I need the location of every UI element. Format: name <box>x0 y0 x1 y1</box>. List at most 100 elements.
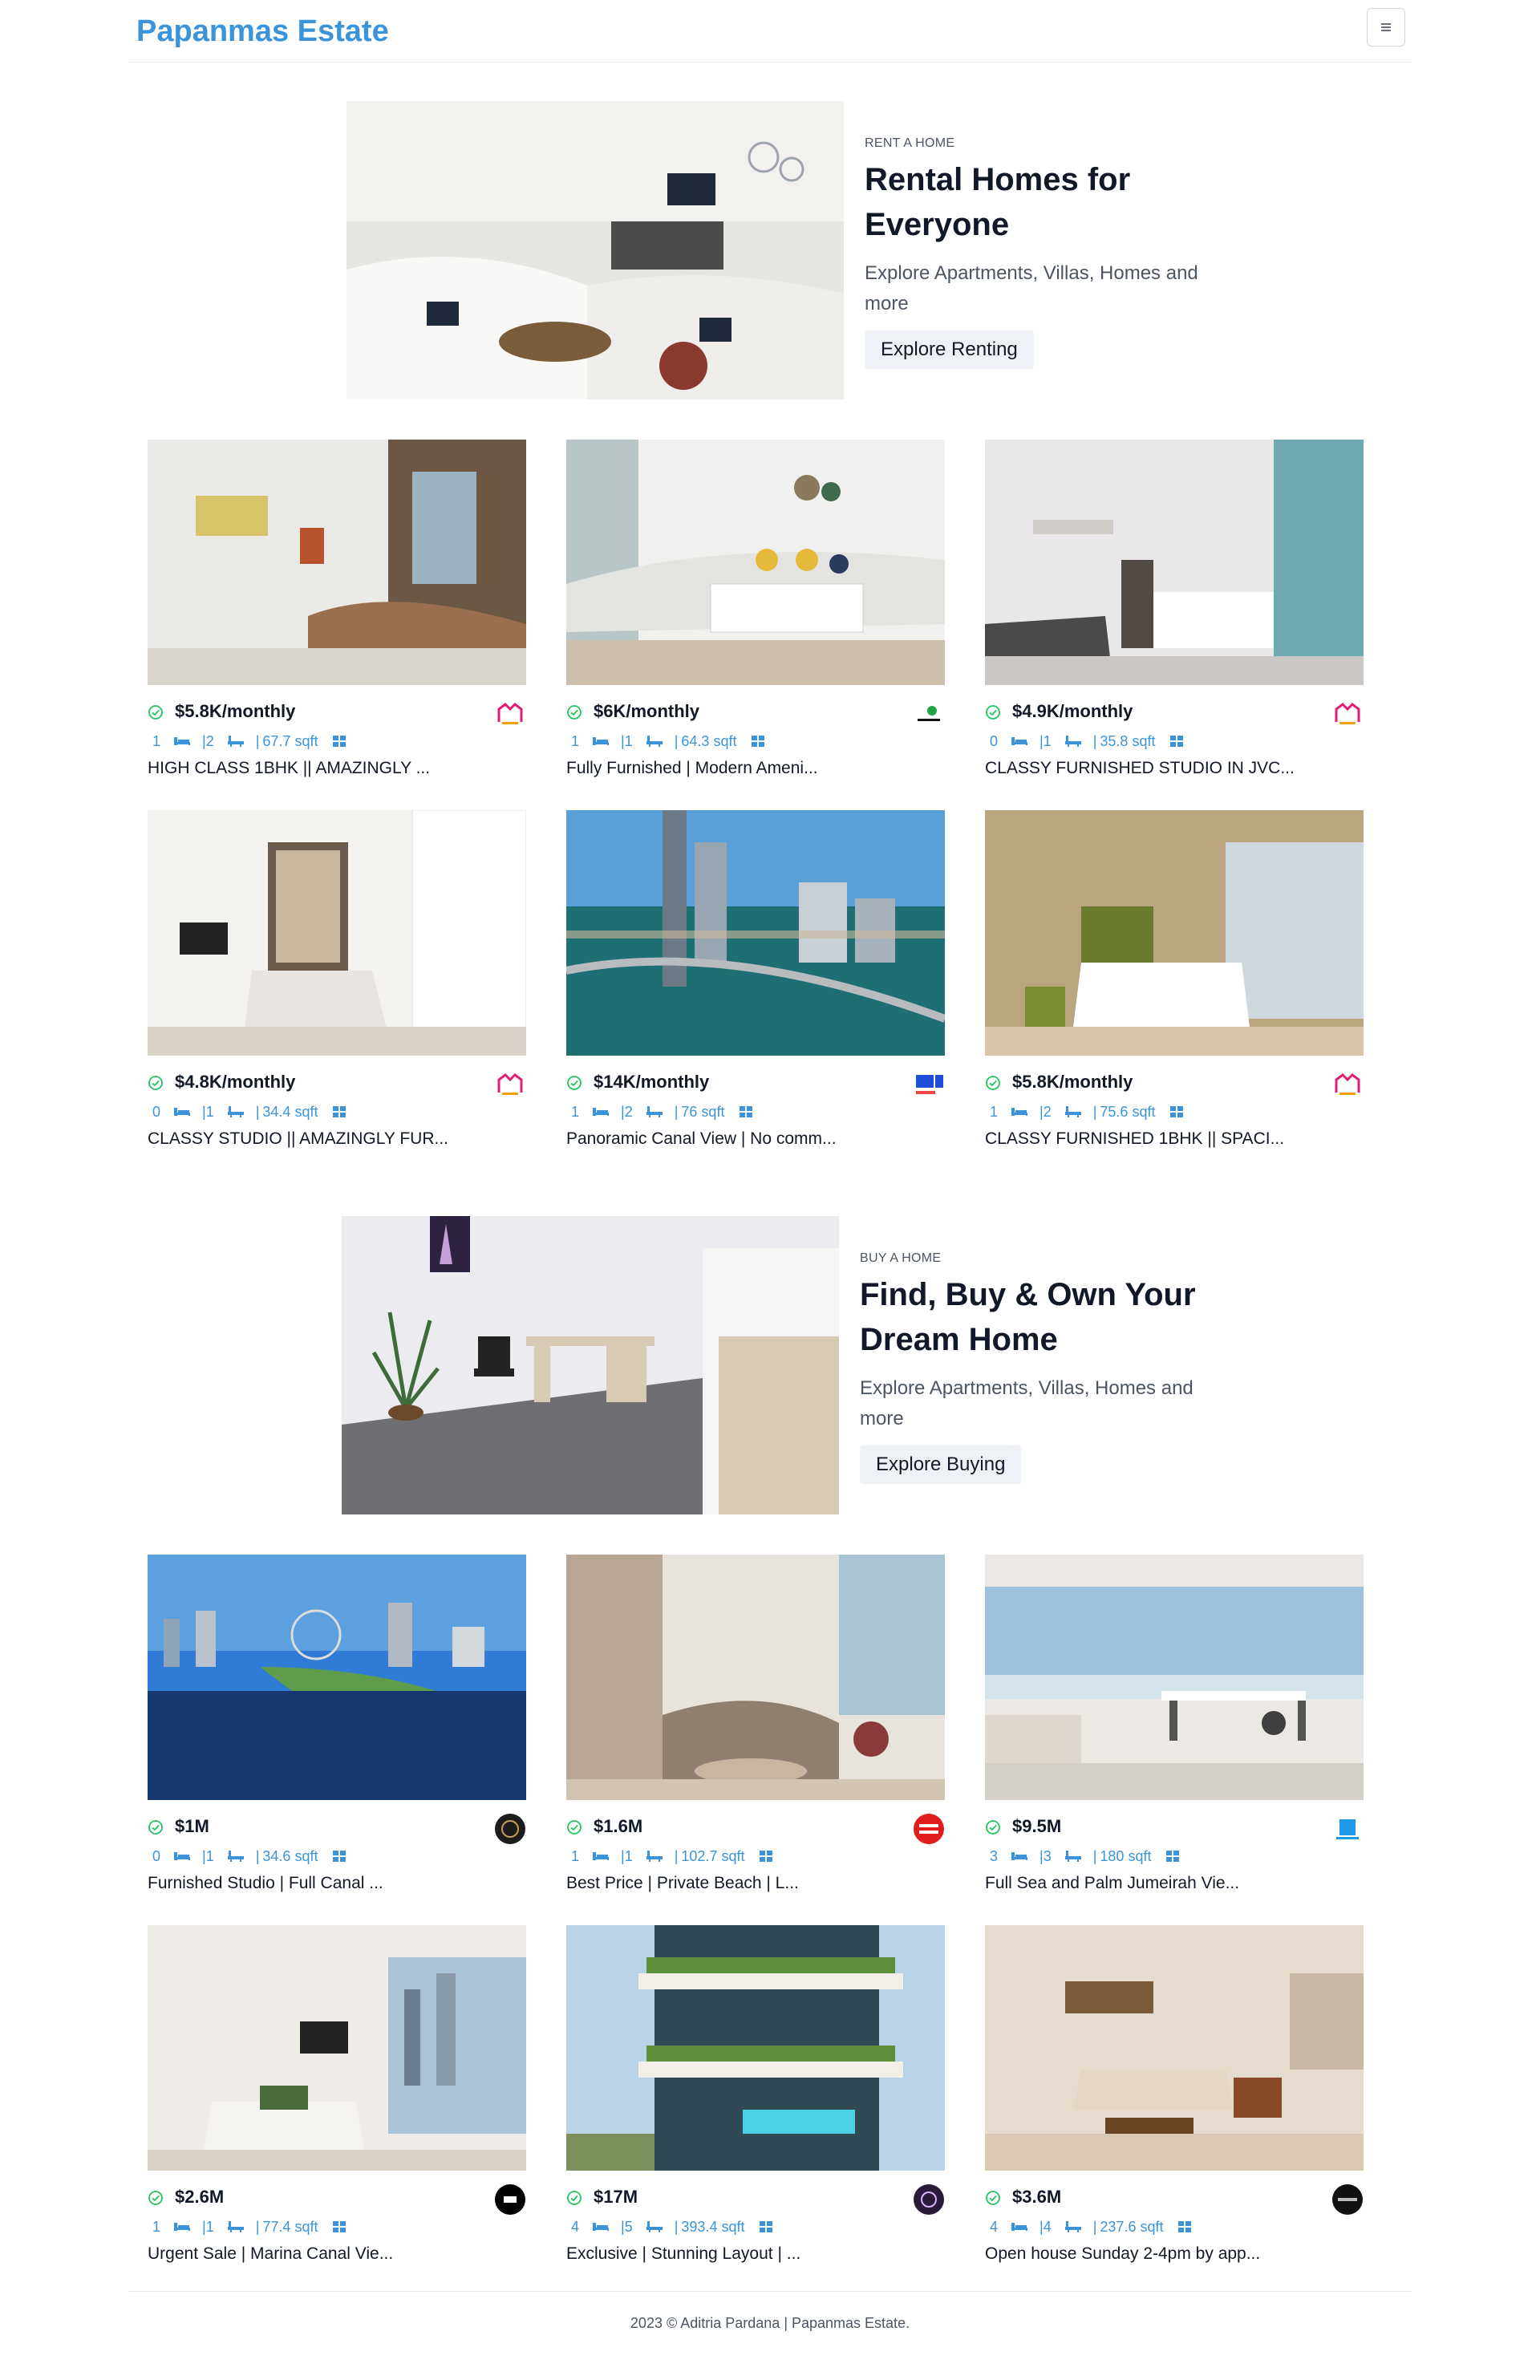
listing-image[interactable] <box>566 1925 945 2171</box>
area-grid-icon <box>752 736 765 747</box>
listing-card[interactable]: $5.8K/monthly 1 | 2 | 67.7 sqft HIGH CLASS 1BH… <box>148 440 526 778</box>
listing-card[interactable]: $14K/monthly 1 | 2 | 76 sqft Panoramic Canal V… <box>566 810 945 1149</box>
listing-image[interactable] <box>985 1555 1364 1800</box>
listing-title[interactable]: Furnished Studio | Full Canal ... <box>148 1874 526 1893</box>
listing-price-row: $1.6M <box>566 1813 945 1845</box>
listing-specs: 4 | 5 | 393.4 sqft <box>566 2216 945 2238</box>
bathrooms-count: 1 <box>205 1103 214 1120</box>
bed-icon <box>593 2223 610 2231</box>
listing-card[interactable]: $6K/monthly 1 | 1 | 64.3 sqft Fully Furnished … <box>566 440 945 778</box>
navbar: Papanmas Estate <box>128 0 1412 63</box>
listing-image[interactable] <box>148 810 526 1056</box>
area-size: 35.8 sqft <box>1100 732 1156 749</box>
area-grid-icon <box>333 736 346 747</box>
listing-image[interactable] <box>985 440 1364 685</box>
listing-specs: 1 | 2 | 76 sqft <box>566 1101 945 1123</box>
area-grid-icon <box>1170 736 1184 747</box>
bed-icon <box>593 737 610 745</box>
listing-title[interactable]: Panoramic Canal View | No comm... <box>566 1129 945 1149</box>
listing-title[interactable]: Full Sea and Palm Jumeirah Vie... <box>985 1874 1364 1893</box>
bathrooms-count: 2 <box>624 1103 633 1120</box>
agency-logo <box>494 698 526 730</box>
area-grid-icon <box>1166 1851 1180 1862</box>
listing-specs: 0 | 1 | 35.8 sqft <box>985 730 1364 752</box>
listing-card[interactable]: $9.5M 3 | 3 | 180 sqft Full Sea and Palm Jumei… <box>985 1555 1364 1893</box>
listing-title[interactable]: Best Price | Private Beach | L... <box>566 1874 945 1893</box>
bathrooms-count: 1 <box>624 732 633 749</box>
bedrooms-count: 1 <box>571 1847 580 1864</box>
rent-hero-eyebrow: RENT A HOME <box>865 136 955 150</box>
explore-renting-button[interactable]: Explore Renting <box>865 330 1034 369</box>
listing-card[interactable]: $17M 4 | 5 | 393.4 sqft Exclusive | Stunning L… <box>566 1925 945 2264</box>
agency-logo <box>1331 1813 1364 1845</box>
bathrooms-count: 3 <box>1043 1847 1052 1864</box>
listing-image[interactable] <box>566 440 945 685</box>
listing-image[interactable] <box>985 810 1364 1056</box>
listing-title[interactable]: HIGH CLASS 1BHK || AMAZINGLY ... <box>148 759 526 778</box>
bedrooms-count: 0 <box>990 732 999 749</box>
listing-price-row: $2.6M <box>148 2183 526 2215</box>
listing-price-row: $5.8K/monthly <box>148 698 526 730</box>
agency-logo <box>1331 2183 1364 2216</box>
bath-icon <box>227 736 244 747</box>
area-size: 180 sqft <box>1100 1847 1152 1864</box>
listing-title[interactable]: CLASSY FURNISHED 1BHK || SPACI... <box>985 1129 1364 1149</box>
listing-card[interactable]: $3.6M 4 | 4 | 237.6 sqft Open house Sunday 2-4… <box>985 1925 1364 2264</box>
listing-title[interactable]: CLASSY FURNISHED STUDIO IN JVC... <box>985 759 1364 778</box>
bedrooms-count: 4 <box>571 2218 580 2235</box>
listing-price-row: $14K/monthly <box>566 1068 945 1101</box>
agency-logo <box>913 2183 945 2216</box>
listing-card[interactable]: $5.8K/monthly 1 | 2 | 75.6 sqft CLASSY FURNISH… <box>985 810 1364 1149</box>
bath-icon <box>227 2221 244 2232</box>
listing-specs: 3 | 3 | 180 sqft <box>985 1845 1364 1867</box>
listing-card[interactable]: $1.6M 1 | 1 | 102.7 sqft Best Price | Private … <box>566 1555 945 1893</box>
listing-title[interactable]: Fully Furnished | Modern Ameni... <box>566 759 945 778</box>
listing-title[interactable]: CLASSY STUDIO || AMAZINGLY FUR... <box>148 1129 526 1149</box>
listing-card[interactable]: $4.8K/monthly 0 | 1 | 34.4 sqft CLASSY STUDIO … <box>148 810 526 1149</box>
listing-title[interactable]: Open house Sunday 2-4pm by app... <box>985 2244 1364 2264</box>
listing-specs: 1 | 2 | 67.7 sqft <box>148 730 526 752</box>
listing-price-row: $4.8K/monthly <box>148 1068 526 1100</box>
area-grid-icon <box>333 1851 346 1862</box>
verified-check-icon <box>148 2191 163 2205</box>
verified-check-icon <box>148 705 163 720</box>
listing-card[interactable]: $1M 0 | 1 | 34.6 sqft Furnished Studio | Full … <box>148 1555 526 1893</box>
brand-logo[interactable]: Papanmas Estate <box>136 14 389 49</box>
buy-hero-title: Find, Buy & Own Your Dream Home <box>860 1277 1196 1357</box>
area-size: 77.4 sqft <box>262 2218 318 2235</box>
menu-toggle-button[interactable] <box>1367 8 1405 47</box>
listing-image[interactable] <box>985 1925 1364 2171</box>
area-grid-icon <box>740 1106 753 1117</box>
listing-card[interactable]: $2.6M 1 | 1 | 77.4 sqft Urgent Sale | Marina C… <box>148 1925 526 2264</box>
agency-logo <box>913 1813 945 1845</box>
listing-price: $5.8K/monthly <box>175 701 296 721</box>
listing-card[interactable]: $4.9K/monthly 0 | 1 | 35.8 sqft CLASSY FURNISH… <box>985 440 1364 778</box>
verified-check-icon <box>148 1076 163 1090</box>
listing-price: $6K/monthly <box>594 701 700 721</box>
bathrooms-count: 1 <box>205 2218 214 2235</box>
bath-icon <box>227 1106 244 1117</box>
bath-icon <box>1064 736 1081 747</box>
bathrooms-count: 1 <box>205 1847 214 1864</box>
bath-icon <box>1064 1106 1081 1117</box>
listing-title[interactable]: Urgent Sale | Marina Canal Vie... <box>148 2244 526 2264</box>
bedrooms-count: 0 <box>152 1103 161 1120</box>
listing-price: $1.6M <box>594 1816 643 1836</box>
area-size: 34.4 sqft <box>262 1103 318 1120</box>
listing-image[interactable] <box>148 440 526 685</box>
agency-logo <box>494 2183 526 2216</box>
listing-image[interactable] <box>566 810 945 1056</box>
bedrooms-count: 1 <box>571 732 580 749</box>
bed-icon <box>174 737 191 745</box>
listing-image[interactable] <box>566 1555 945 1800</box>
listing-title[interactable]: Exclusive | Stunning Layout | ... <box>566 2244 945 2264</box>
area-size: 67.7 sqft <box>262 732 318 749</box>
buy-hero-content: BUY A HOME Find, Buy & Own Your Dream Ho… <box>860 1251 1197 1484</box>
listing-image[interactable] <box>148 1555 526 1800</box>
area-size: 64.3 sqft <box>681 732 737 749</box>
bed-icon <box>1011 1852 1028 1860</box>
listing-specs: 1 | 1 | 102.7 sqft <box>566 1845 945 1867</box>
listing-price: $9.5M <box>1012 1816 1062 1836</box>
listing-image[interactable] <box>148 1925 526 2171</box>
explore-buying-button[interactable]: Explore Buying <box>860 1445 1022 1484</box>
